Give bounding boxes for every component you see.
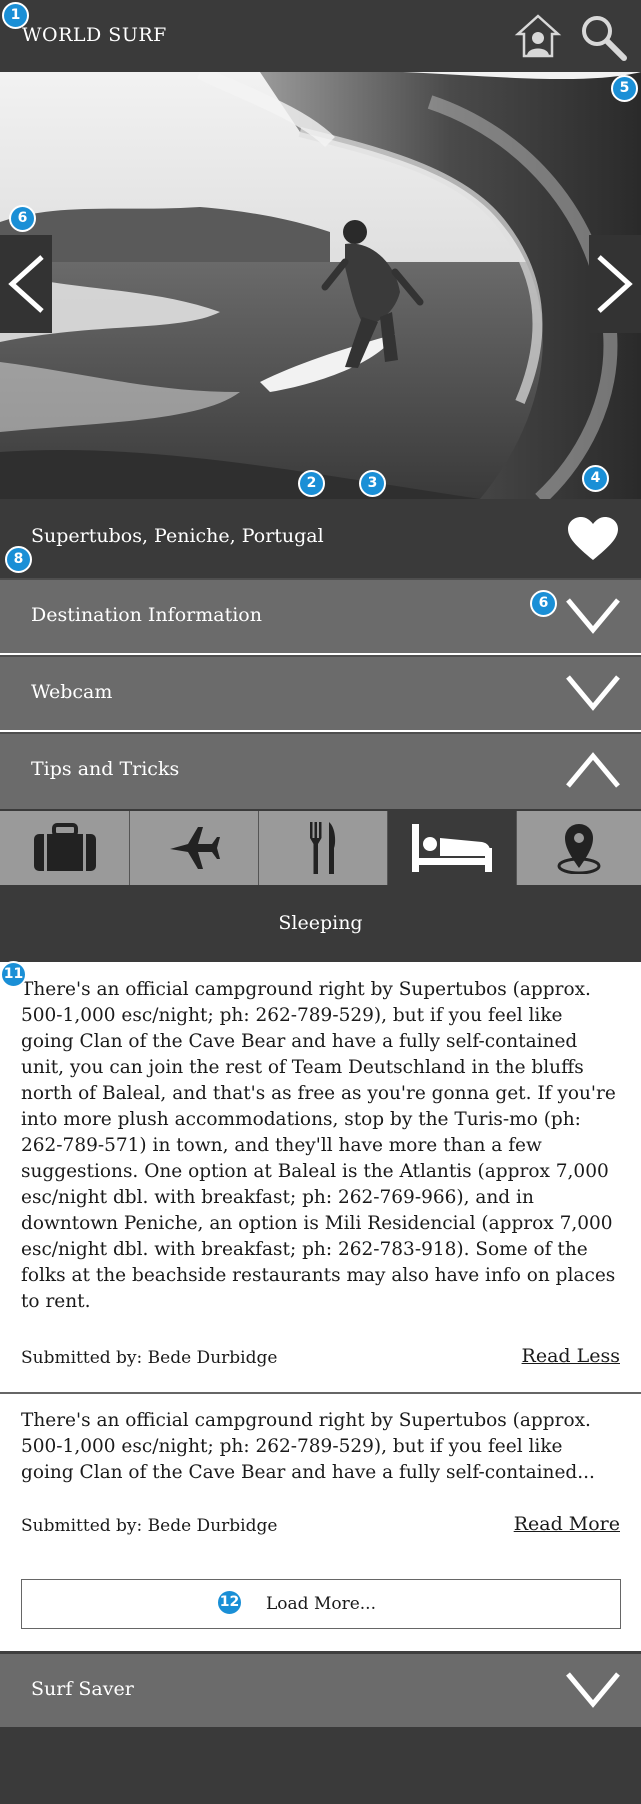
section-header: Sleeping (0, 886, 641, 962)
search-icon[interactable] (578, 12, 628, 62)
suitcase-icon (33, 823, 96, 871)
section-title: Sleeping (278, 912, 363, 934)
chevron-left-icon (8, 255, 44, 313)
footer (0, 1727, 641, 1804)
annotation-badge: 12 (216, 1589, 243, 1616)
annotation-badge: 6 (9, 205, 36, 232)
chevron-up-icon (566, 752, 620, 788)
read-more-link[interactable]: Read More (514, 1513, 620, 1535)
divider (0, 1392, 641, 1394)
submitted-by: Submitted by: Bede Durbidge (21, 1348, 278, 1368)
load-more-label: Load More... (266, 1594, 376, 1614)
app-title: WORLD SURF (22, 24, 167, 46)
chevron-down-icon (566, 598, 620, 634)
accordion-tips-and-tricks[interactable]: Tips and Tricks (0, 732, 641, 809)
category-tabs (0, 809, 641, 886)
annotation-badge: 2 (298, 470, 325, 497)
load-more-button[interactable]: Load More... (21, 1579, 621, 1629)
location-name: Supertubos, Peniche, Portugal (31, 525, 324, 547)
read-less-link[interactable]: Read Less (522, 1345, 620, 1367)
annotation-badge: 11 (0, 961, 27, 988)
fork-knife-icon (310, 822, 336, 874)
accordion-webcam[interactable]: Webcam (0, 655, 641, 730)
annotation-badge: 8 (5, 546, 32, 573)
surf-photo (0, 72, 641, 499)
home-icon[interactable] (514, 12, 562, 60)
tab-dining[interactable] (258, 811, 387, 885)
bed-icon (412, 824, 492, 872)
tip-text: There's an official campground right by … (21, 1410, 595, 1483)
chevron-down-icon (566, 1672, 620, 1708)
airplane-icon (170, 827, 220, 869)
tab-luggage[interactable] (0, 811, 129, 885)
app-header: WORLD SURF (0, 0, 641, 72)
prev-image-button[interactable] (0, 235, 52, 333)
submitted-by: Submitted by: Bede Durbidge (21, 1516, 278, 1536)
annotation-badge: 4 (582, 465, 609, 492)
map-pin-icon (557, 824, 601, 874)
accordion-label: Surf Saver (31, 1678, 134, 1700)
annotation-badge: 3 (359, 470, 386, 497)
next-image-button[interactable] (589, 235, 641, 333)
accordion-label: Webcam (31, 681, 113, 703)
accordion-label: Destination Information (31, 604, 262, 626)
accordion-surf-saver[interactable]: Surf Saver (0, 1651, 641, 1727)
annotation-badge: 5 (611, 75, 638, 102)
hero-image (0, 72, 641, 499)
accordion-label: Tips and Tricks (31, 758, 180, 780)
location-bar: Supertubos, Peniche, Portugal (0, 499, 641, 578)
annotation-badge: 6 (530, 590, 557, 617)
tab-location[interactable] (516, 811, 641, 885)
annotation-badge: 1 (2, 2, 29, 29)
tab-flights[interactable] (129, 811, 258, 885)
chevron-right-icon (597, 255, 633, 313)
heart-icon[interactable] (566, 516, 620, 562)
tip-text: There's an official campground right by … (21, 979, 616, 1312)
chevron-down-icon (566, 675, 620, 711)
tab-sleeping[interactable] (387, 811, 516, 885)
